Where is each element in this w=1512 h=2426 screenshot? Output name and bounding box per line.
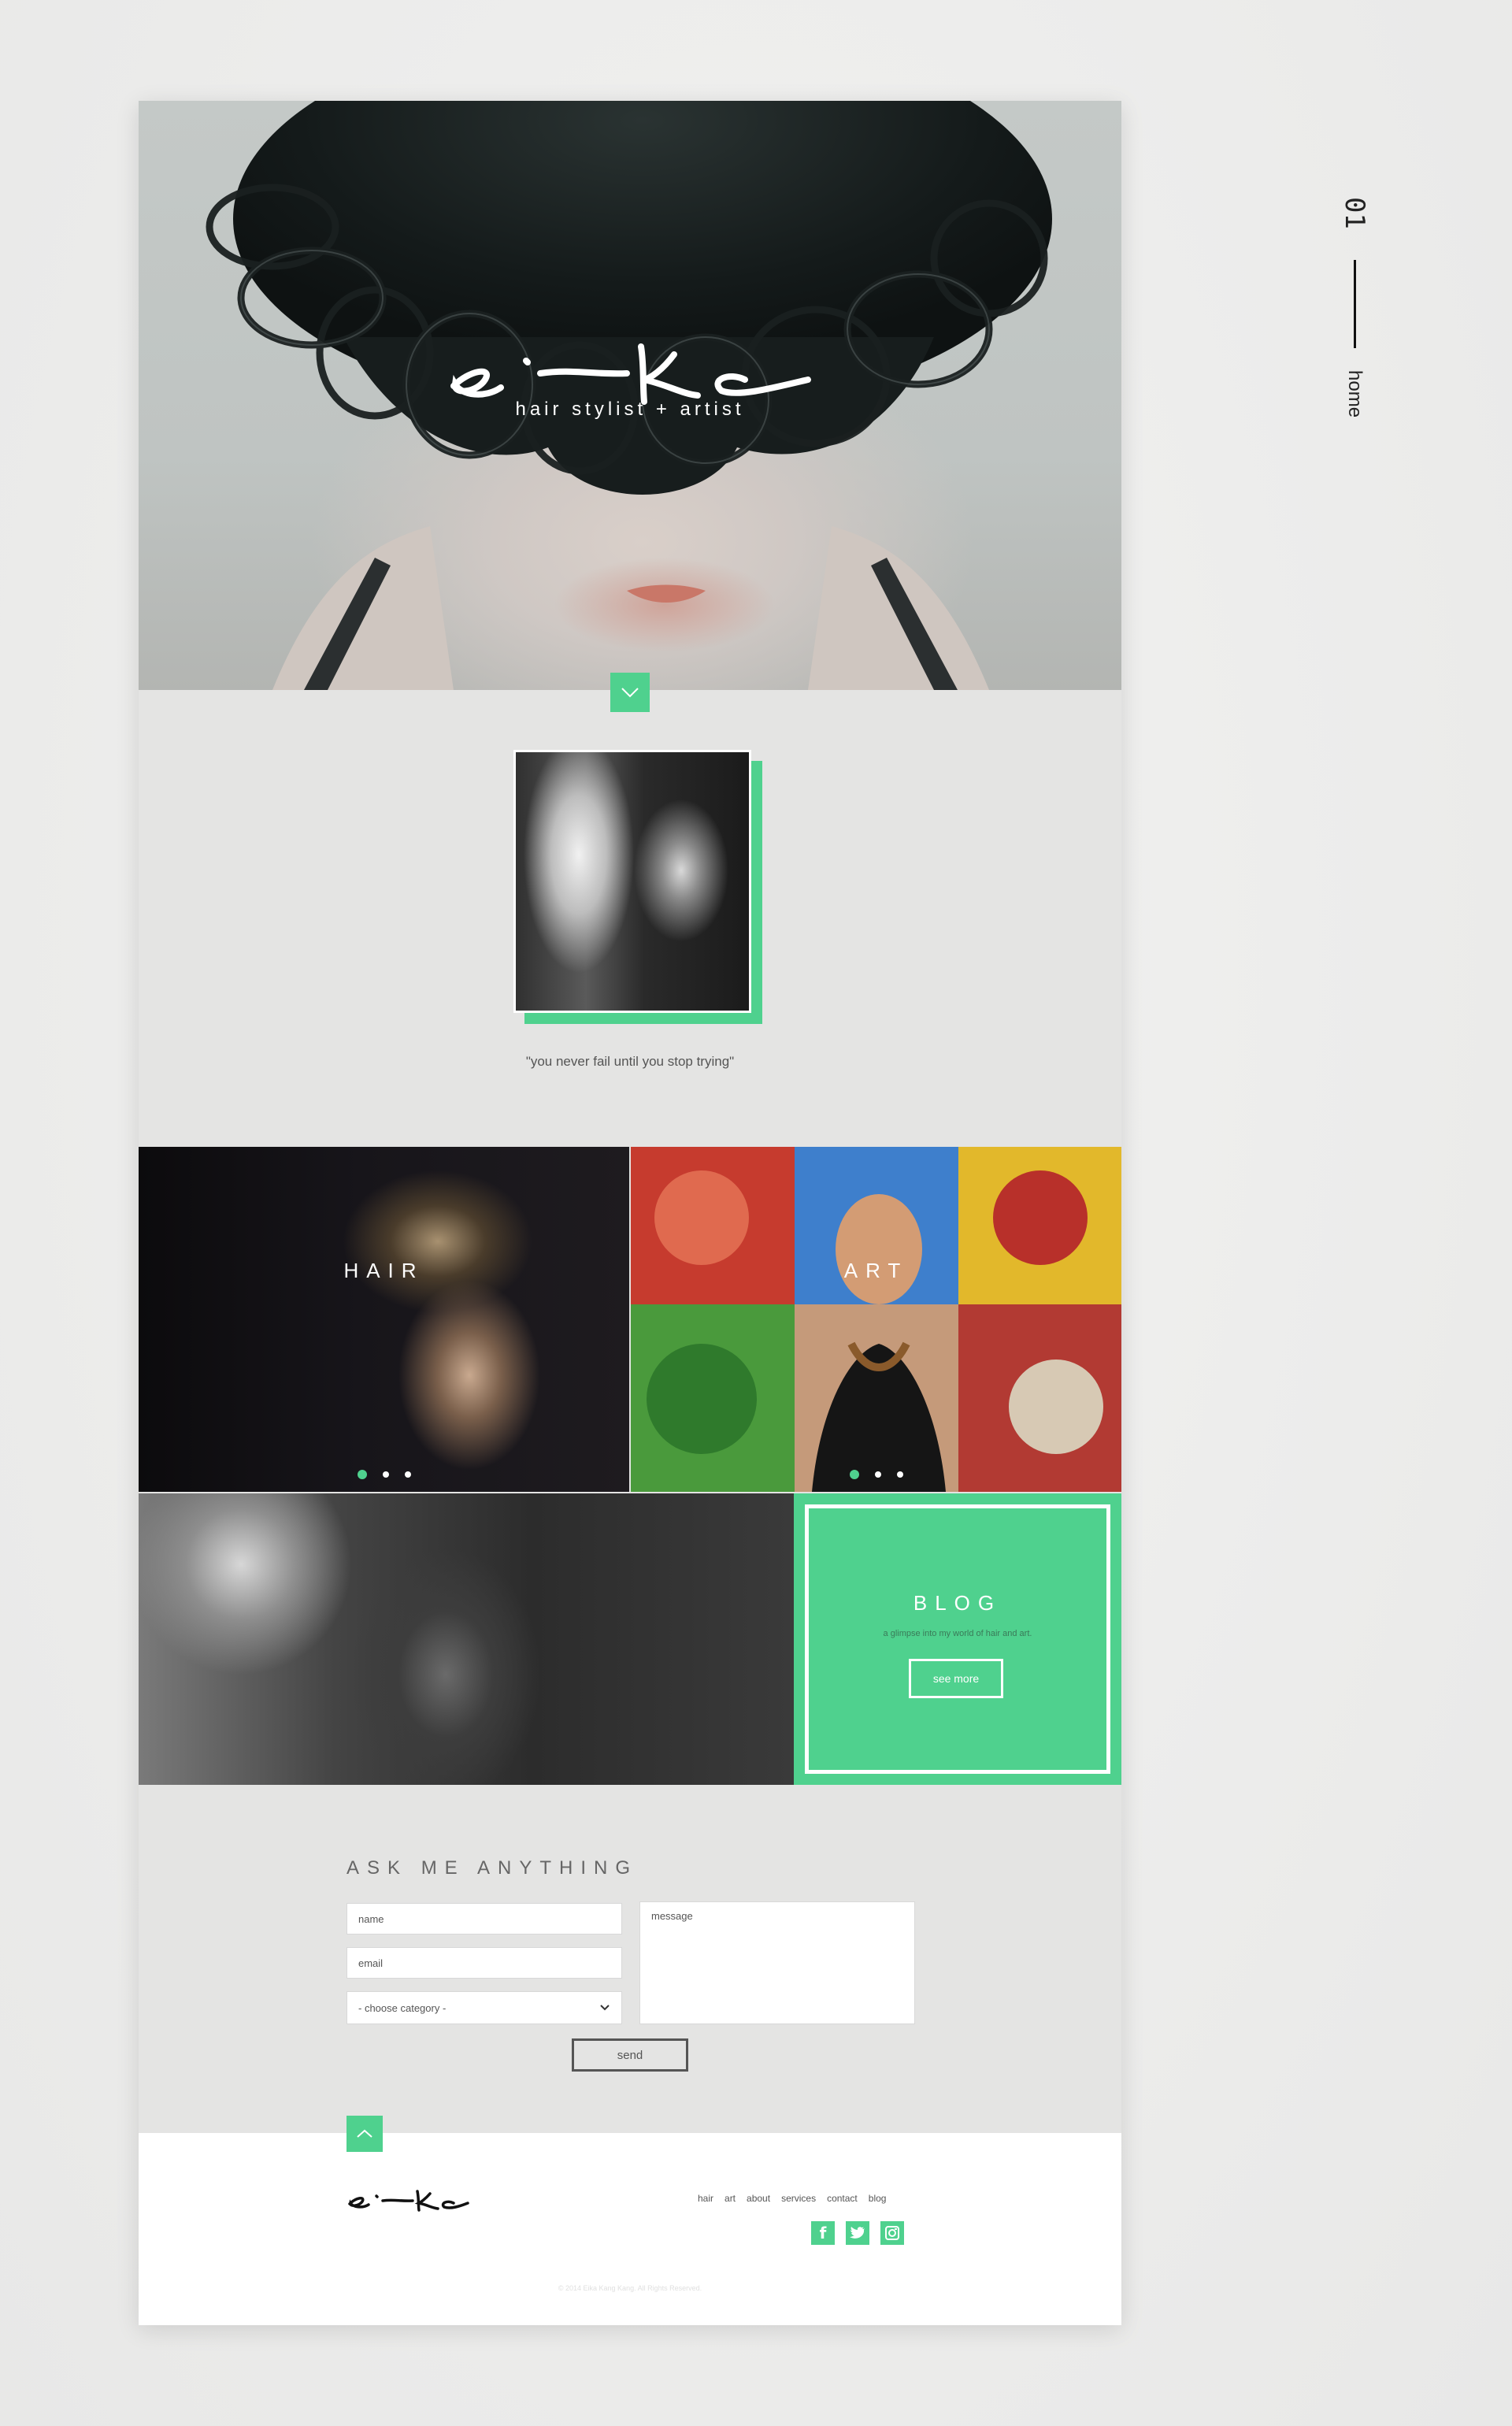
blog-tile: BLOG a glimpse into my world of hair and… (794, 1493, 1121, 1785)
hero-tagline: hair stylist + artist (515, 399, 745, 420)
scroll-up-button[interactable] (346, 2116, 383, 2152)
hair-tile[interactable]: HAIR (139, 1147, 629, 1492)
page-indicator: 01 home (1339, 189, 1370, 425)
copyright-text: © 2014 Eika Kang Kang. All Rights Reserv… (558, 2284, 702, 2292)
social-links: f (811, 2221, 904, 2245)
footer-nav-hair[interactable]: hair (698, 2193, 713, 2204)
eika-logo (450, 343, 811, 405)
hero-section: hair stylist + artist (139, 101, 1121, 690)
blog-frame (805, 1504, 1110, 1774)
carousel-dot[interactable] (896, 1471, 903, 1478)
page-number: 01 (1339, 196, 1370, 229)
send-button[interactable]: send (572, 2038, 688, 2072)
footer-nav-services[interactable]: services (781, 2193, 816, 2204)
facebook-icon[interactable]: f (811, 2221, 835, 2245)
about-quote: "you never fail until you stop trying" (525, 1054, 735, 1069)
footer: hair art about services contact blog f ©… (139, 2133, 1121, 2325)
message-field[interactable]: message (639, 1901, 915, 2024)
category-select[interactable]: - choose category - (346, 1991, 622, 2024)
email-field[interactable]: email (346, 1947, 622, 1979)
category-select-value: - choose category - (358, 2001, 447, 2014)
carousel-dot[interactable] (357, 1470, 367, 1479)
art-tile-artwork (631, 1147, 1121, 1492)
about-section: "you never fail until you stop trying" (139, 690, 1121, 1147)
carousel-dot[interactable] (404, 1471, 411, 1478)
twitter-icon[interactable] (846, 2221, 869, 2245)
footer-nav-art[interactable]: art (724, 2193, 736, 2204)
instagram-camera-glyph (885, 2226, 899, 2240)
page-indicator-line (1354, 260, 1356, 348)
chevron-up-icon (357, 2129, 372, 2138)
instagram-icon[interactable] (880, 2221, 904, 2245)
carousel-dot[interactable] (874, 1471, 881, 1478)
carousel-dot[interactable] (849, 1470, 859, 1479)
footer-logo[interactable] (345, 2182, 471, 2213)
blog-subtitle: a glimpse into my world of hair and art. (883, 1629, 1032, 1638)
footer-nav-contact[interactable]: contact (827, 2193, 858, 2204)
studio-photo (139, 1493, 794, 1785)
footer-nav: hair art about services contact blog (698, 2193, 886, 2204)
contact-title: ASK ME ANYTHING (346, 1857, 639, 1879)
art-carousel-dots (631, 1470, 1121, 1479)
hair-carousel-dots (139, 1470, 629, 1479)
twitter-bird-glyph (850, 2227, 865, 2239)
chevron-down-icon (600, 2005, 610, 2011)
carousel-dot[interactable] (382, 1471, 389, 1478)
footer-nav-about[interactable]: about (747, 2193, 770, 2204)
contact-section: ASK ME ANYTHING name email - choose cate… (139, 1785, 1121, 2150)
art-tile[interactable]: ART (631, 1147, 1121, 1492)
art-tile-label: ART (843, 1259, 909, 1282)
portrait-photo (516, 752, 749, 1011)
footer-nav-blog[interactable]: blog (869, 2193, 887, 2204)
page-label: home (1344, 370, 1366, 418)
website-mockup: hair stylist + artist "you never fail un… (139, 101, 1121, 2325)
hair-tile-label: HAIR (343, 1259, 424, 1282)
name-field[interactable]: name (346, 1903, 622, 1934)
about-portrait (513, 750, 751, 1013)
see-more-button[interactable]: see more (909, 1659, 1003, 1698)
blog-title: BLOG (913, 1591, 1002, 1615)
